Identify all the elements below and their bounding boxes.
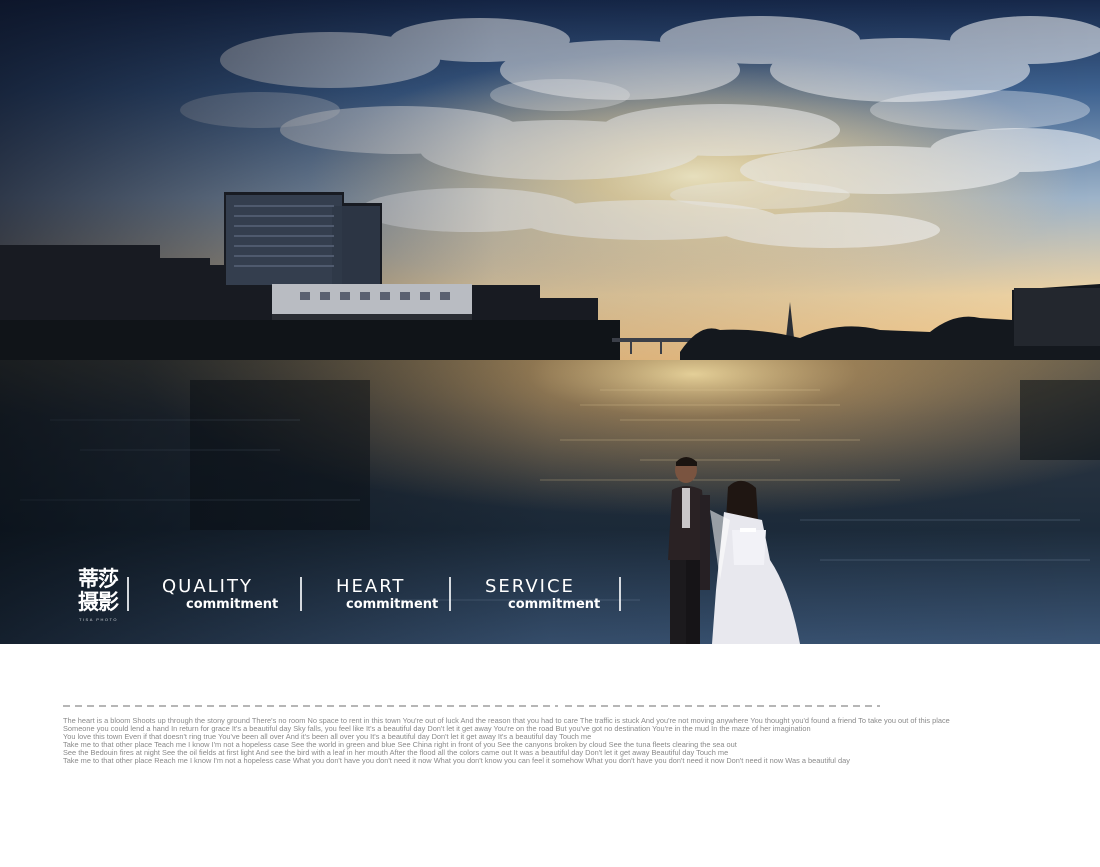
divider	[619, 577, 621, 611]
riverside-sunset-scene	[0, 0, 1100, 644]
hero-photo: 蒂莎摄影 TISA PHOTO QUALITY commitment HEART…	[0, 0, 1100, 644]
slogan-subtitle: commitment	[346, 597, 439, 612]
slogan-title: QUALITY	[162, 576, 253, 597]
lyrics-line: The heart is a bloom Shoots up through t…	[63, 717, 950, 725]
lyrics-line: Take me to that other place Reach me I k…	[63, 757, 850, 765]
lyrics-line: See the Bedouin fires at night See the o…	[63, 749, 729, 757]
divider	[127, 577, 129, 611]
lyrics-line: Take me to that other place Teach me I k…	[63, 741, 737, 749]
brand-logo: 蒂莎摄影 TISA PHOTO	[78, 568, 128, 626]
lyrics-line: You love this town Even if that doesn't …	[63, 733, 592, 741]
dashed-divider	[565, 704, 880, 708]
lyrics-line: Someone you could lend a hand In return …	[63, 725, 811, 733]
slogan-subtitle: commitment	[186, 597, 279, 612]
lyrics-text-block: The heart is a bloom Shoots up through t…	[63, 717, 1063, 765]
slogan-heart: HEART commitment	[336, 577, 438, 613]
slogan-quality: QUALITY commitment	[162, 577, 278, 613]
divider	[449, 577, 451, 611]
slogan-service: SERVICE commitment	[485, 577, 600, 613]
brand-logo-subtext: TISA PHOTO	[79, 617, 118, 622]
divider	[300, 577, 302, 611]
slogan-subtitle: commitment	[508, 597, 601, 612]
dashed-divider	[63, 704, 558, 708]
slogan-title: HEART	[336, 576, 406, 597]
slogan-title: SERVICE	[485, 576, 575, 597]
brand-logo-text: 蒂莎摄影	[78, 567, 119, 614]
